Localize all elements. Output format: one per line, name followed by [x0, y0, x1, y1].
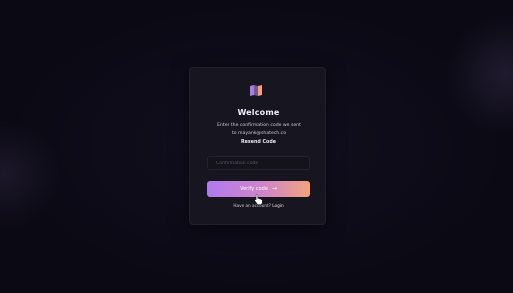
confirmation-code-input[interactable]	[207, 156, 310, 170]
instruction-text: Enter the confirmation code we sent to m…	[204, 122, 314, 137]
verify-code-label: Verify code	[240, 186, 268, 192]
logo-icon	[250, 85, 262, 96]
have-account-text: Have an account?	[233, 203, 271, 208]
page-title: Welcome	[237, 108, 280, 117]
login-link[interactable]: Login	[272, 203, 283, 208]
instruction-line-1: Enter the confirmation code we sent	[217, 123, 301, 128]
page-background: Welcome Enter the confirmation code we s…	[0, 0, 513, 293]
footer-line: Have an account? Login	[190, 203, 327, 208]
resend-code-link[interactable]: Resend Code	[190, 140, 327, 145]
instruction-line-2: to mayank@shatech.co	[231, 130, 287, 136]
arrow-right-icon: →	[271, 185, 277, 192]
login-card: Welcome Enter the confirmation code we s…	[189, 67, 326, 225]
